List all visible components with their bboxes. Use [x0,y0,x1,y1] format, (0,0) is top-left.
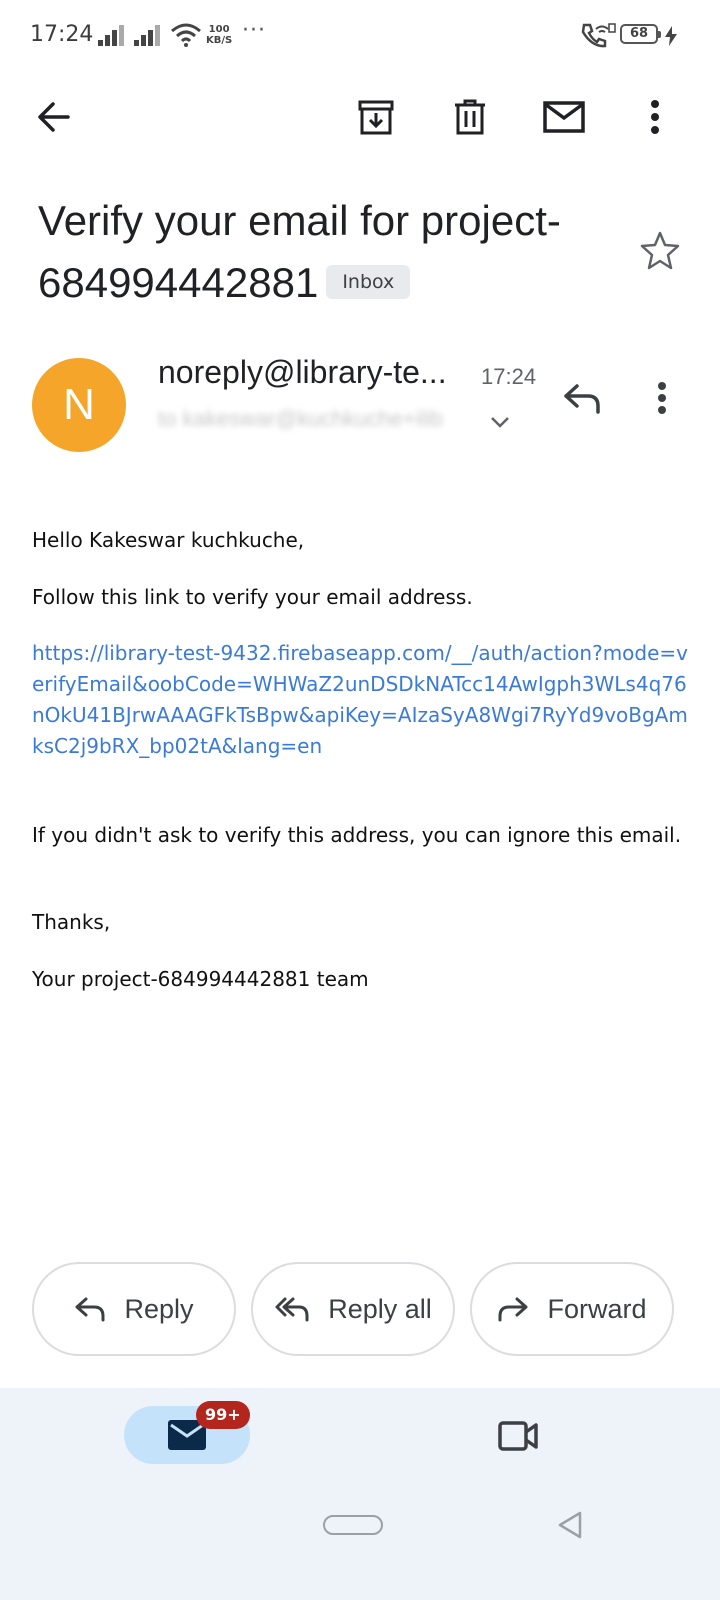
archive-icon [358,100,394,135]
reply-all-button[interactable]: Reply all [251,1262,455,1356]
charging-icon [665,26,677,46]
reply-icon [75,1297,105,1322]
battery-indicator: 68 [620,24,661,44]
star-icon [640,231,680,270]
home-gesture-button[interactable] [323,1515,383,1535]
net-speed-unit: KB/S [206,35,233,46]
sender-name[interactable]: noreply@library-te... [158,354,464,391]
body-greeting: Hello Kakeswar kuchkuche, [32,528,305,552]
star-button[interactable] [636,226,684,274]
avatar-initial: N [63,380,95,429]
email-time: 17:24 [481,364,537,389]
more-vert-icon [651,100,659,134]
verify-link[interactable]: https://library-test-9432.firebaseapp.co… [32,638,692,762]
email-subject: Verify your email for project-6849944428… [38,190,618,314]
archive-button[interactable] [348,89,404,145]
wifi-icon [171,23,201,47]
body-instruction: Follow this link to verify your email ad… [32,585,473,609]
inbox-label[interactable]: Inbox [326,264,411,299]
sender-avatar[interactable]: N [32,358,126,452]
forward-icon [498,1297,528,1322]
message-more-button[interactable] [636,372,688,424]
unread-count-badge: 99+ [196,1401,250,1429]
quick-reply-button[interactable] [556,372,608,424]
back-button[interactable] [26,89,82,145]
reply-button[interactable]: Reply [32,1262,236,1356]
body-ignore-note: If you didn't ask to verify this address… [32,823,682,847]
trash-icon [455,99,485,135]
net-speed: 100 KB/S [206,24,232,46]
status-more-icon: ··· [242,18,266,43]
forward-button[interactable]: Forward [470,1262,674,1356]
mark-unread-button[interactable] [536,89,592,145]
signal-icon-2 [134,25,160,46]
nav-meet-tab[interactable] [492,1410,544,1462]
chevron-down-icon[interactable] [486,408,514,436]
subject-text: Verify your email for project-6849944428… [38,197,561,306]
mail-icon [543,101,585,133]
net-speed-value: 100 [208,24,230,35]
reply-label: Reply [124,1293,194,1324]
recipient-details[interactable]: to kakeswar@kuchkuche+ilib [158,406,478,432]
status-time: 17:24 [30,22,94,47]
battery-level: 68 [629,26,649,41]
status-bar: 17:24 100 KB/S ··· 68 [0,0,720,72]
arrow-back-icon [38,102,70,132]
bottom-navigation [0,1388,720,1600]
forward-label: Forward [547,1293,647,1324]
delete-button[interactable] [442,89,498,145]
body-thanks: Thanks, [32,910,111,934]
more-options-button[interactable] [627,89,683,145]
signal-icon [98,25,124,46]
more-vert-icon [658,382,666,414]
video-camera-icon [498,1421,538,1451]
system-back-icon[interactable] [556,1510,584,1540]
reply-icon [564,384,600,414]
reply-all-icon [275,1297,309,1322]
reply-all-label: Reply all [328,1293,432,1324]
wifi-call-icon [581,23,616,48]
body-signature: Your project-684994442881 team [32,967,369,991]
